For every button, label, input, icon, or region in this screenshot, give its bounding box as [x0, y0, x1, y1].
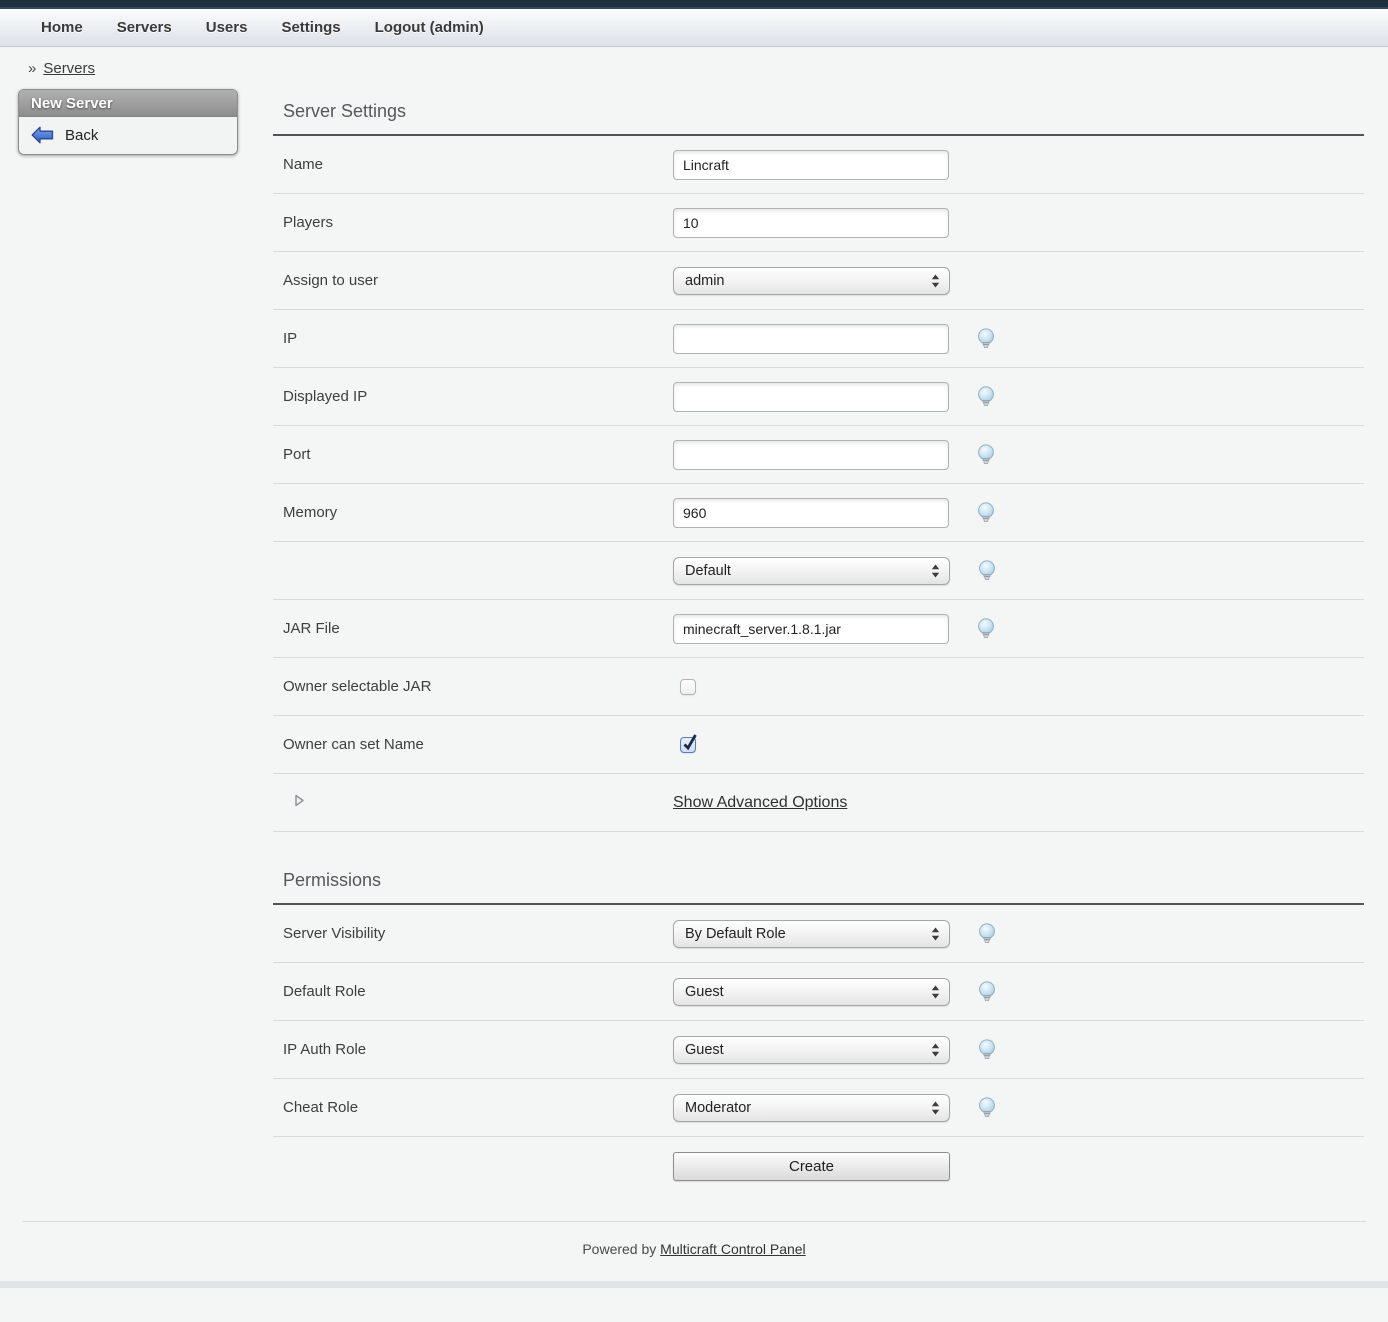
breadcrumb: » Servers: [28, 60, 1388, 77]
main-navigation: Home Servers Users Settings Logout (admi…: [0, 9, 1388, 47]
form-row-name: Name: [273, 136, 1364, 194]
field-label: Cheat Role: [273, 1099, 673, 1116]
name-input[interactable]: [673, 150, 949, 180]
help-bulb-icon[interactable]: [977, 560, 997, 581]
owner-selectable-jar-checkbox[interactable]: [680, 679, 696, 695]
form-row-advanced-options: Show Advanced Options: [273, 774, 1364, 832]
field-label: Owner selectable JAR: [273, 678, 673, 695]
permissions-form: Server Visibility By Default Role Defaul…: [273, 903, 1364, 1195]
field-label: Displayed IP: [273, 388, 673, 405]
nav-item-users[interactable]: Users: [189, 19, 265, 36]
footer: Powered by Multicraft Control Panel: [0, 1222, 1388, 1281]
disclosure-triangle-icon[interactable]: [294, 794, 305, 807]
show-advanced-options-link[interactable]: Show Advanced Options: [673, 794, 847, 812]
nav-item-settings[interactable]: Settings: [264, 19, 357, 36]
multicraft-link[interactable]: Multicraft Control Panel: [660, 1241, 806, 1257]
form-row-create: Create: [273, 1137, 1364, 1195]
help-bulb-icon[interactable]: [976, 386, 996, 407]
select-stepper-icon: [931, 985, 940, 999]
cheat-role-select[interactable]: Moderator: [673, 1094, 950, 1122]
owner-can-set-name-checkbox[interactable]: [680, 737, 696, 753]
main-content: Server Settings Name Players Assign to u…: [273, 87, 1364, 1195]
select-stepper-icon: [931, 1101, 940, 1115]
form-row-default-template: Default: [273, 542, 1364, 600]
back-button-label: Back: [65, 127, 98, 144]
form-row-port: Port: [273, 426, 1364, 484]
form-row-server-visibility: Server Visibility By Default Role: [273, 905, 1364, 963]
field-label: IP Auth Role: [273, 1041, 673, 1058]
back-arrow-icon: [31, 126, 54, 144]
form-row-default-role: Default Role Guest: [273, 963, 1364, 1021]
default-role-select[interactable]: Guest: [673, 978, 950, 1006]
help-bulb-icon[interactable]: [976, 502, 996, 523]
field-label: JAR File: [273, 620, 673, 637]
ip-input[interactable]: [673, 324, 949, 354]
players-input[interactable]: [673, 208, 949, 238]
form-row-ip: IP: [273, 310, 1364, 368]
form-row-cheat-role: Cheat Role Moderator: [273, 1079, 1364, 1137]
select-value: Default: [685, 563, 731, 579]
field-label: Players: [273, 214, 673, 231]
server-settings-form: Name Players Assign to user admin: [273, 134, 1364, 832]
section-title-server-settings: Server Settings: [283, 101, 1364, 122]
select-stepper-icon: [931, 927, 940, 941]
help-bulb-icon[interactable]: [977, 923, 997, 944]
nav-item-servers[interactable]: Servers: [100, 19, 189, 36]
default-select[interactable]: Default: [673, 557, 950, 585]
nav-item-home[interactable]: Home: [24, 19, 100, 36]
select-stepper-icon: [931, 1043, 940, 1057]
form-row-owner-selectable-jar: Owner selectable JAR: [273, 658, 1364, 716]
field-label: Server Visibility: [273, 925, 673, 942]
server-visibility-select[interactable]: By Default Role: [673, 920, 950, 948]
back-button[interactable]: Back: [19, 117, 237, 154]
assign-to-user-select[interactable]: admin: [673, 267, 950, 295]
help-bulb-icon[interactable]: [977, 1097, 997, 1118]
select-value: Guest: [685, 1042, 724, 1058]
form-row-assign-to-user: Assign to user admin: [273, 252, 1364, 310]
select-stepper-icon: [931, 564, 940, 578]
help-bulb-icon[interactable]: [977, 981, 997, 1002]
port-input[interactable]: [673, 440, 949, 470]
breadcrumb-link-servers[interactable]: Servers: [43, 60, 95, 77]
field-label: Name: [273, 156, 673, 173]
checkmark-icon: [682, 732, 698, 752]
help-bulb-icon[interactable]: [976, 444, 996, 465]
field-label: Owner can set Name: [273, 736, 673, 753]
form-row-players: Players: [273, 194, 1364, 252]
form-row-displayed-ip: Displayed IP: [273, 368, 1364, 426]
select-stepper-icon: [931, 274, 940, 288]
memory-input[interactable]: [673, 498, 949, 528]
sidebar-panel: New Server Back: [18, 89, 238, 155]
select-value: By Default Role: [685, 926, 786, 942]
help-bulb-icon[interactable]: [976, 328, 996, 349]
select-value: Guest: [685, 984, 724, 1000]
field-label: IP: [273, 330, 673, 347]
field-label: Port: [273, 446, 673, 463]
ip-auth-role-select[interactable]: Guest: [673, 1036, 950, 1064]
form-row-ip-auth-role: IP Auth Role Guest: [273, 1021, 1364, 1079]
jar-file-input[interactable]: [673, 614, 949, 644]
form-row-jar-file: JAR File: [273, 600, 1364, 658]
displayed-ip-input[interactable]: [673, 382, 949, 412]
nav-item-logout[interactable]: Logout (admin): [358, 19, 501, 36]
select-value: admin: [685, 273, 725, 289]
sidebar-title: New Server: [19, 90, 237, 117]
window-top-bar: [0, 0, 1388, 9]
window-bottom-bar: [0, 1281, 1388, 1288]
select-value: Moderator: [685, 1100, 751, 1116]
form-row-owner-can-set-name: Owner can set Name: [273, 716, 1364, 774]
field-label: [273, 794, 673, 811]
field-label: Memory: [273, 504, 673, 521]
help-bulb-icon[interactable]: [976, 618, 996, 639]
field-label: Assign to user: [273, 272, 673, 289]
help-bulb-icon[interactable]: [977, 1039, 997, 1060]
field-label: Default Role: [273, 983, 673, 1000]
footer-text: Powered by: [582, 1241, 656, 1257]
section-title-permissions: Permissions: [283, 870, 1364, 891]
create-button[interactable]: Create: [673, 1152, 950, 1181]
breadcrumb-marker: »: [28, 60, 36, 77]
form-row-memory: Memory: [273, 484, 1364, 542]
